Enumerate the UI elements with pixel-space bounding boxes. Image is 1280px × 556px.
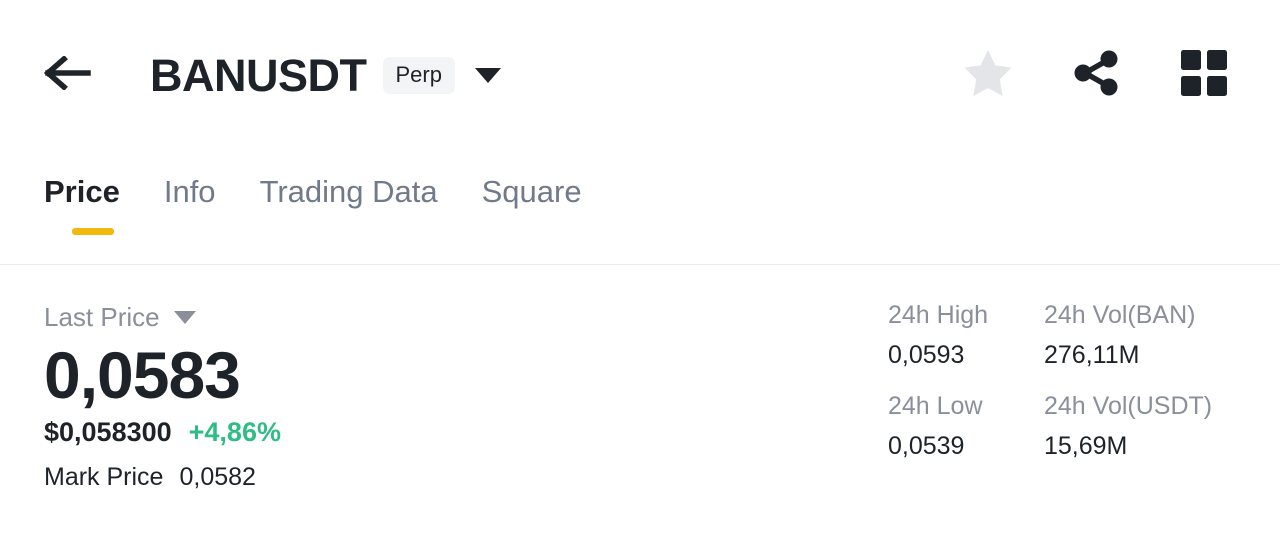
contract-type-badge[interactable]: Perp <box>382 56 455 94</box>
market-stats-grid: 24h High 0,0593 24h Vol(BAN) 276,11M 24h… <box>888 303 1212 459</box>
stat-24h-vol-base: 24h Vol(BAN) 276,11M <box>1044 303 1212 368</box>
chevron-down-icon[interactable] <box>474 67 501 83</box>
tab-square[interactable]: Square <box>482 176 582 235</box>
stat-label: 24h Vol(BAN) <box>1044 301 1196 329</box>
pair-title-group[interactable]: BANUSDT Perp <box>150 53 501 98</box>
price-type-selector[interactable]: Last Price <box>44 300 684 334</box>
mark-price-label: Mark Price <box>44 463 164 492</box>
page-header: BANUSDT Perp <box>0 0 1280 150</box>
tab-bar: Price Info Trading Data Square <box>0 176 1280 264</box>
mark-price-row: Mark Price 0,0582 <box>44 465 684 490</box>
stat-value: 0,0539 <box>888 432 965 460</box>
price-secondary-row: $0,058300 +4,86% <box>44 419 684 446</box>
stat-label: 24h Low <box>888 392 983 420</box>
last-price-value: 0,0583 <box>44 338 241 412</box>
stat-label: 24h Vol(USDT) <box>1044 392 1213 420</box>
stat-24h-vol-quote: 24h Vol(USDT) 15,69M <box>1044 394 1212 459</box>
stat-value: 276,11M <box>1044 341 1140 369</box>
header-actions <box>962 47 1230 104</box>
stat-value: 0,0593 <box>888 341 965 369</box>
star-icon <box>962 48 1014 103</box>
grid-icon <box>1178 47 1230 104</box>
price-type-label: Last Price <box>44 302 160 332</box>
stat-24h-low: 24h Low 0,0539 <box>888 394 1044 459</box>
arrow-left-icon <box>44 54 92 95</box>
tab-divider <box>0 264 1280 265</box>
stat-value: 15,69M <box>1044 432 1128 460</box>
caret-down-icon <box>173 310 196 324</box>
usd-price-value: $0,058300 <box>44 417 172 448</box>
tab-price[interactable]: Price <box>44 176 120 235</box>
more-options-button[interactable] <box>1178 47 1230 104</box>
tab-info[interactable]: Info <box>164 176 216 235</box>
share-button[interactable] <box>1070 47 1122 104</box>
tab-trading-data[interactable]: Trading Data <box>260 176 438 235</box>
market-detail-screen: BANUSDT Perp Price Info Trading Data Squ… <box>0 0 1280 556</box>
share-icon <box>1070 47 1122 104</box>
stat-label: 24h High <box>888 301 989 329</box>
back-button[interactable] <box>44 48 98 102</box>
price-change-percent: +4,86% <box>188 417 281 448</box>
favorite-button[interactable] <box>962 48 1014 103</box>
price-panel: Last Price 0,0583 $0,058300 +4,86% Mark … <box>44 300 684 490</box>
mark-price-value: 0,0582 <box>179 463 256 492</box>
page-title: BANUSDT <box>150 49 367 101</box>
stat-24h-high: 24h High 0,0593 <box>888 303 1044 368</box>
